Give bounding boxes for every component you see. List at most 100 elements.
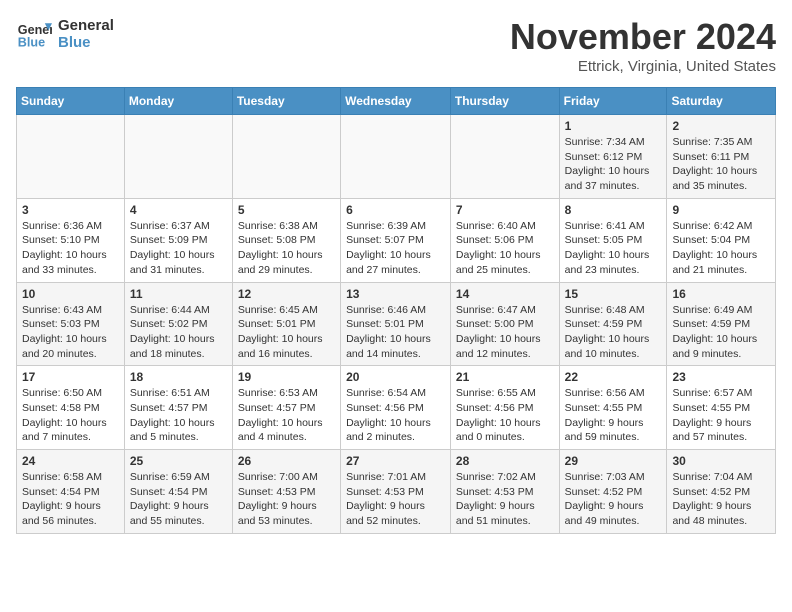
- day-info-line: Sunrise: 6:39 AM: [346, 219, 445, 234]
- logo-general: General: [58, 17, 114, 34]
- day-info-line: Sunrise: 7:04 AM: [672, 470, 770, 485]
- calendar-day-6: 6Sunrise: 6:39 AMSunset: 5:07 PMDaylight…: [341, 198, 451, 282]
- day-info-line: Sunrise: 6:53 AM: [238, 386, 335, 401]
- day-info-line: Daylight: 10 hours and 20 minutes.: [22, 332, 119, 361]
- weekday-header-row: SundayMondayTuesdayWednesdayThursdayFrid…: [17, 88, 776, 115]
- day-info-line: Sunrise: 6:37 AM: [130, 219, 227, 234]
- day-info-line: Sunrise: 6:40 AM: [456, 219, 554, 234]
- day-info-line: Sunrise: 6:55 AM: [456, 386, 554, 401]
- day-info-line: Sunset: 4:55 PM: [565, 401, 662, 416]
- day-info-line: Sunrise: 6:57 AM: [672, 386, 770, 401]
- day-info-line: Sunset: 4:57 PM: [238, 401, 335, 416]
- calendar-day-10: 10Sunrise: 6:43 AMSunset: 5:03 PMDayligh…: [17, 282, 125, 366]
- day-info-line: Daylight: 9 hours and 57 minutes.: [672, 416, 770, 445]
- calendar-week-row: 3Sunrise: 6:36 AMSunset: 5:10 PMDaylight…: [17, 198, 776, 282]
- day-info-line: Sunset: 4:59 PM: [565, 317, 662, 332]
- day-number: 20: [346, 370, 445, 384]
- calendar-day-4: 4Sunrise: 6:37 AMSunset: 5:09 PMDaylight…: [124, 198, 232, 282]
- calendar-day-15: 15Sunrise: 6:48 AMSunset: 4:59 PMDayligh…: [559, 282, 667, 366]
- day-info-line: Sunrise: 6:42 AM: [672, 219, 770, 234]
- day-info-line: Daylight: 10 hours and 10 minutes.: [565, 332, 662, 361]
- day-info-line: Daylight: 9 hours and 56 minutes.: [22, 499, 119, 528]
- calendar-day-28: 28Sunrise: 7:02 AMSunset: 4:53 PMDayligh…: [450, 450, 559, 534]
- day-info-line: Daylight: 9 hours and 48 minutes.: [672, 499, 770, 528]
- day-info-line: Daylight: 10 hours and 7 minutes.: [22, 416, 119, 445]
- day-info-line: Sunset: 5:08 PM: [238, 233, 335, 248]
- day-number: 7: [456, 203, 554, 217]
- day-number: 6: [346, 203, 445, 217]
- day-number: 25: [130, 454, 227, 468]
- day-info-line: Daylight: 9 hours and 49 minutes.: [565, 499, 662, 528]
- calendar-table: SundayMondayTuesdayWednesdayThursdayFrid…: [16, 87, 776, 534]
- day-number: 23: [672, 370, 770, 384]
- day-number: 13: [346, 287, 445, 301]
- day-info-line: Daylight: 10 hours and 25 minutes.: [456, 248, 554, 277]
- day-info-line: Daylight: 10 hours and 16 minutes.: [238, 332, 335, 361]
- day-info-line: Sunrise: 6:51 AM: [130, 386, 227, 401]
- day-number: 5: [238, 203, 335, 217]
- calendar-day-26: 26Sunrise: 7:00 AMSunset: 4:53 PMDayligh…: [232, 450, 340, 534]
- day-number: 1: [565, 119, 662, 133]
- weekday-header-tuesday: Tuesday: [232, 88, 340, 115]
- calendar-day-8: 8Sunrise: 6:41 AMSunset: 5:05 PMDaylight…: [559, 198, 667, 282]
- day-info-line: Daylight: 10 hours and 4 minutes.: [238, 416, 335, 445]
- calendar-day-1: 1Sunrise: 7:34 AMSunset: 6:12 PMDaylight…: [559, 115, 667, 199]
- day-info-line: Sunset: 6:11 PM: [672, 150, 770, 165]
- weekday-header-saturday: Saturday: [667, 88, 776, 115]
- calendar-day-29: 29Sunrise: 7:03 AMSunset: 4:52 PMDayligh…: [559, 450, 667, 534]
- day-info-line: Daylight: 9 hours and 55 minutes.: [130, 499, 227, 528]
- day-number: 24: [22, 454, 119, 468]
- day-info-line: Sunset: 4:52 PM: [672, 485, 770, 500]
- day-info-line: Sunset: 5:10 PM: [22, 233, 119, 248]
- calendar-day-12: 12Sunrise: 6:45 AMSunset: 5:01 PMDayligh…: [232, 282, 340, 366]
- calendar-day-16: 16Sunrise: 6:49 AMSunset: 4:59 PMDayligh…: [667, 282, 776, 366]
- empty-cell: [232, 115, 340, 199]
- day-info-line: Daylight: 9 hours and 51 minutes.: [456, 499, 554, 528]
- calendar-day-30: 30 Sunrise: 7:04 AMSunset: 4:52 PMDayligh…: [667, 450, 776, 534]
- day-info-line: Sunrise: 6:54 AM: [346, 386, 445, 401]
- day-info-line: Sunset: 6:12 PM: [565, 150, 662, 165]
- day-info-line: Daylight: 10 hours and 14 minutes.: [346, 332, 445, 361]
- day-number: 16: [672, 287, 770, 301]
- month-title: November 2024: [510, 16, 776, 58]
- day-number: 12: [238, 287, 335, 301]
- calendar-day-21: 21Sunrise: 6:55 AMSunset: 4:56 PMDayligh…: [450, 366, 559, 450]
- calendar-day-3: 3Sunrise: 6:36 AMSunset: 5:10 PMDaylight…: [17, 198, 125, 282]
- day-info-line: Sunrise: 7:35 AM: [672, 135, 770, 150]
- day-info-line: Sunset: 4:56 PM: [346, 401, 445, 416]
- day-number: 26: [238, 454, 335, 468]
- day-info-line: Daylight: 9 hours and 59 minutes.: [565, 416, 662, 445]
- day-info-line: Sunrise: 6:45 AM: [238, 303, 335, 318]
- day-info-line: Sunset: 4:59 PM: [672, 317, 770, 332]
- day-info-line: Sunrise: 6:43 AM: [22, 303, 119, 318]
- day-number: 15: [565, 287, 662, 301]
- calendar-day-19: 19 Sunrise: 6:53 AMSunset: 4:57 PMDayligh…: [232, 366, 340, 450]
- day-info-line: Daylight: 9 hours and 53 minutes.: [238, 499, 335, 528]
- calendar-day-11: 11Sunrise: 6:44 AMSunset: 5:02 PMDayligh…: [124, 282, 232, 366]
- calendar-day-2: 2Sunrise: 7:35 AMSunset: 6:11 PMDaylight…: [667, 115, 776, 199]
- logo-icon: General Blue: [16, 16, 52, 52]
- day-number: 29: [565, 454, 662, 468]
- day-info-line: Sunrise: 6:44 AM: [130, 303, 227, 318]
- day-info-line: Daylight: 10 hours and 18 minutes.: [130, 332, 227, 361]
- day-number: 11: [130, 287, 227, 301]
- day-number: 4: [130, 203, 227, 217]
- day-number: 14: [456, 287, 554, 301]
- calendar-day-9: 9Sunrise: 6:42 AMSunset: 5:04 PMDaylight…: [667, 198, 776, 282]
- day-info-line: Daylight: 10 hours and 29 minutes.: [238, 248, 335, 277]
- day-number: 19: [238, 370, 335, 384]
- day-info-line: Sunrise: 7:03 AM: [565, 470, 662, 485]
- day-info-line: Sunrise: 6:41 AM: [565, 219, 662, 234]
- day-number: 18: [130, 370, 227, 384]
- day-info-line: Daylight: 10 hours and 31 minutes.: [130, 248, 227, 277]
- weekday-header-monday: Monday: [124, 88, 232, 115]
- day-info-line: Sunrise: 7:00 AM: [238, 470, 335, 485]
- day-number: 30: [672, 454, 770, 468]
- title-section: November 2024 Ettrick, Virginia, United …: [510, 16, 776, 75]
- day-info-line: Sunset: 5:07 PM: [346, 233, 445, 248]
- calendar-day-22: 22Sunrise: 6:56 AMSunset: 4:55 PMDayligh…: [559, 366, 667, 450]
- empty-cell: [341, 115, 451, 199]
- calendar-week-row: 10Sunrise: 6:43 AMSunset: 5:03 PMDayligh…: [17, 282, 776, 366]
- calendar-day-25: 25Sunrise: 6:59 AMSunset: 4:54 PMDayligh…: [124, 450, 232, 534]
- day-info-line: Sunset: 4:54 PM: [22, 485, 119, 500]
